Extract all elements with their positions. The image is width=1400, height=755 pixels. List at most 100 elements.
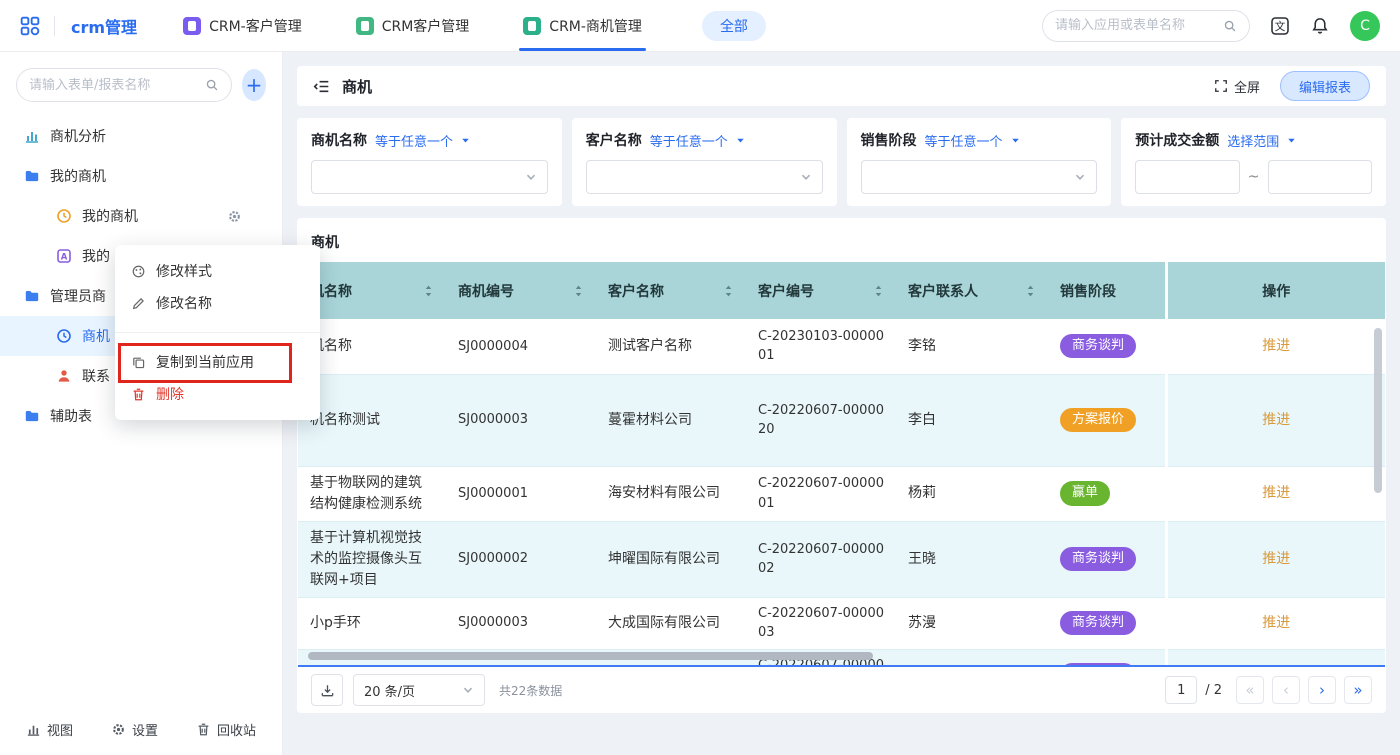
translate-icon[interactable]: 文 bbox=[1270, 16, 1290, 36]
vertical-scrollbar[interactable] bbox=[1374, 328, 1382, 493]
folder-icon bbox=[24, 288, 40, 304]
cell-sales-stage: 赢单 bbox=[1048, 466, 1166, 521]
trash-icon bbox=[131, 387, 146, 402]
advance-link[interactable]: 推进 bbox=[1262, 667, 1290, 668]
last-page-button[interactable]: » bbox=[1344, 676, 1372, 704]
avatar[interactable]: C bbox=[1350, 11, 1380, 41]
filter-head: 预计成交金额选择范围 bbox=[1135, 130, 1372, 150]
horizontal-scrollbar[interactable] bbox=[308, 652, 873, 660]
cell-customer-contact: 杨莉 bbox=[896, 466, 1048, 521]
all-apps-pill-button[interactable]: 全部 bbox=[702, 11, 766, 41]
filter-label: 预计成交金额 bbox=[1135, 130, 1219, 150]
first-page-button[interactable]: « bbox=[1236, 676, 1264, 704]
cell-customer-code: C-20220607-0000020 bbox=[746, 374, 896, 466]
menu-item-3[interactable]: 复制到当前应用 bbox=[115, 346, 320, 378]
advance-link[interactable]: 推进 bbox=[1262, 615, 1290, 631]
filter-operator[interactable]: 等于任意一个 bbox=[650, 131, 728, 150]
add-form-button[interactable]: + bbox=[242, 69, 266, 101]
chevron-right-icon: › bbox=[1314, 682, 1330, 698]
sidebar-item-1[interactable]: 商机分析 bbox=[0, 116, 282, 156]
sidebar-search[interactable] bbox=[16, 68, 232, 102]
table-row: 基于计算机视觉技术的监控摄像头互联网+项目SJ0000002坤曜国际有限公司C-… bbox=[298, 521, 1385, 597]
column-header-5[interactable]: 客户联系人 bbox=[896, 262, 1048, 319]
cell-action: 推进 bbox=[1166, 521, 1385, 597]
range-max-input[interactable] bbox=[1268, 160, 1373, 194]
filter-select[interactable] bbox=[861, 160, 1098, 194]
cell-opportunity-code: SJ0000001 bbox=[446, 466, 596, 521]
menu-item-1[interactable]: 修改样式 bbox=[115, 255, 320, 287]
filter-operator[interactable]: 等于任意一个 bbox=[375, 131, 453, 150]
app-name[interactable]: crm管理 bbox=[71, 14, 137, 38]
fullscreen-button[interactable]: 全屏 bbox=[1214, 77, 1260, 96]
range-min-input[interactable] bbox=[1135, 160, 1240, 194]
cell-sales-stage: 商务谈判 bbox=[1048, 521, 1166, 597]
topbar-tab-3[interactable]: CRM-商机管理 bbox=[519, 0, 646, 51]
cell-opportunity-name: 基于计算机视觉技术的监控摄像头互联网+项目 bbox=[298, 521, 446, 597]
export-button[interactable] bbox=[311, 674, 343, 706]
page-header-right: 全屏 编辑报表 bbox=[1214, 71, 1370, 101]
cell-opportunity-name: 小p手环 bbox=[298, 597, 446, 649]
sort-icon[interactable] bbox=[573, 284, 584, 298]
page-number-input[interactable]: 1 bbox=[1165, 676, 1197, 704]
chevron-down-icon[interactable] bbox=[1011, 136, 1020, 145]
page-header: 商机 全屏 编辑报表 bbox=[297, 66, 1386, 106]
filter-operator[interactable]: 选择范围 bbox=[1227, 131, 1279, 150]
page-size-select[interactable]: 20 条/页 bbox=[353, 674, 485, 706]
apps-grid-icon[interactable] bbox=[20, 16, 40, 36]
sort-icon[interactable] bbox=[423, 284, 434, 298]
column-label: 操作 bbox=[1262, 281, 1290, 301]
topbar-tab-1[interactable]: CRM-客户管理 bbox=[179, 0, 306, 51]
chevron-down-icon[interactable] bbox=[461, 136, 470, 145]
chevron-down-icon bbox=[525, 171, 537, 183]
column-header-4[interactable]: 客户编号 bbox=[746, 262, 896, 319]
table-row: 机名称测试SJ0000003蔓霍材料公司C-20220607-0000020李白… bbox=[298, 374, 1385, 466]
stage-badge: 商务谈判 bbox=[1060, 334, 1136, 358]
sidebar-item-2[interactable]: 我的商机 bbox=[0, 156, 282, 196]
sort-icon[interactable] bbox=[723, 284, 734, 298]
footer-label: 设置 bbox=[132, 720, 158, 739]
cell-opportunity-code: SJ0000003 bbox=[446, 374, 596, 466]
column-header-3[interactable]: 客户名称 bbox=[596, 262, 746, 319]
table-row: 机名称SJ0000004测试客户名称C-20230103-0000001李铭商务… bbox=[298, 319, 1385, 374]
cell-action: 推进 bbox=[1166, 319, 1385, 374]
column-header-1[interactable]: 机名称 bbox=[298, 262, 446, 319]
menu-item-2[interactable]: 修改名称 bbox=[115, 287, 320, 319]
sidebar-footer-chart[interactable]: 视图 bbox=[26, 720, 73, 739]
filter-select[interactable] bbox=[586, 160, 823, 194]
advance-link[interactable]: 推进 bbox=[1262, 338, 1290, 354]
chevron-down-icon[interactable] bbox=[736, 136, 745, 145]
topbar-divider bbox=[54, 16, 55, 36]
next-page-button[interactable]: › bbox=[1308, 676, 1336, 704]
cell-sales-stage: 商务谈判 bbox=[1048, 319, 1166, 374]
filter-select[interactable] bbox=[311, 160, 548, 194]
topbar-search[interactable] bbox=[1042, 10, 1250, 42]
sidebar-search-input[interactable] bbox=[29, 78, 199, 93]
advance-link[interactable]: 推进 bbox=[1262, 551, 1290, 567]
edit-report-button[interactable]: 编辑报表 bbox=[1280, 71, 1370, 101]
filter-card-3: 销售阶段等于任意一个 bbox=[847, 118, 1112, 206]
sidebar-footer-gear[interactable]: 设置 bbox=[111, 720, 158, 739]
sidebar-item-label: 商机分析 bbox=[50, 126, 106, 146]
sort-icon[interactable] bbox=[873, 284, 884, 298]
copy-icon bbox=[131, 355, 146, 370]
gear-icon[interactable] bbox=[227, 209, 242, 224]
filter-card-1: 商机名称等于任意一个 bbox=[297, 118, 562, 206]
filter-operator[interactable]: 等于任意一个 bbox=[925, 131, 1003, 150]
advance-link[interactable]: 推进 bbox=[1262, 412, 1290, 428]
sidebar-item-label: 联系 bbox=[82, 366, 110, 386]
sidebar-item-3[interactable]: 我的商机 bbox=[0, 196, 282, 236]
menu-item-4[interactable]: 删除 bbox=[115, 378, 320, 410]
filter-label: 销售阶段 bbox=[861, 130, 917, 150]
form-icon: A bbox=[56, 248, 72, 264]
topbar-tab-2[interactable]: CRM客户管理 bbox=[352, 0, 474, 51]
table-title: 商机 bbox=[297, 232, 1386, 262]
advance-link[interactable]: 推进 bbox=[1262, 485, 1290, 501]
column-header-2[interactable]: 商机编号 bbox=[446, 262, 596, 319]
chevron-down-icon[interactable] bbox=[1287, 136, 1296, 145]
topbar-search-input[interactable] bbox=[1055, 18, 1217, 33]
sidebar-footer-trash[interactable]: 回收站 bbox=[196, 720, 256, 739]
notifications-bell-icon[interactable] bbox=[1310, 16, 1330, 36]
sort-icon[interactable] bbox=[1025, 284, 1036, 298]
collapse-sidebar-icon[interactable] bbox=[313, 78, 330, 95]
prev-page-button[interactable]: ‹ bbox=[1272, 676, 1300, 704]
